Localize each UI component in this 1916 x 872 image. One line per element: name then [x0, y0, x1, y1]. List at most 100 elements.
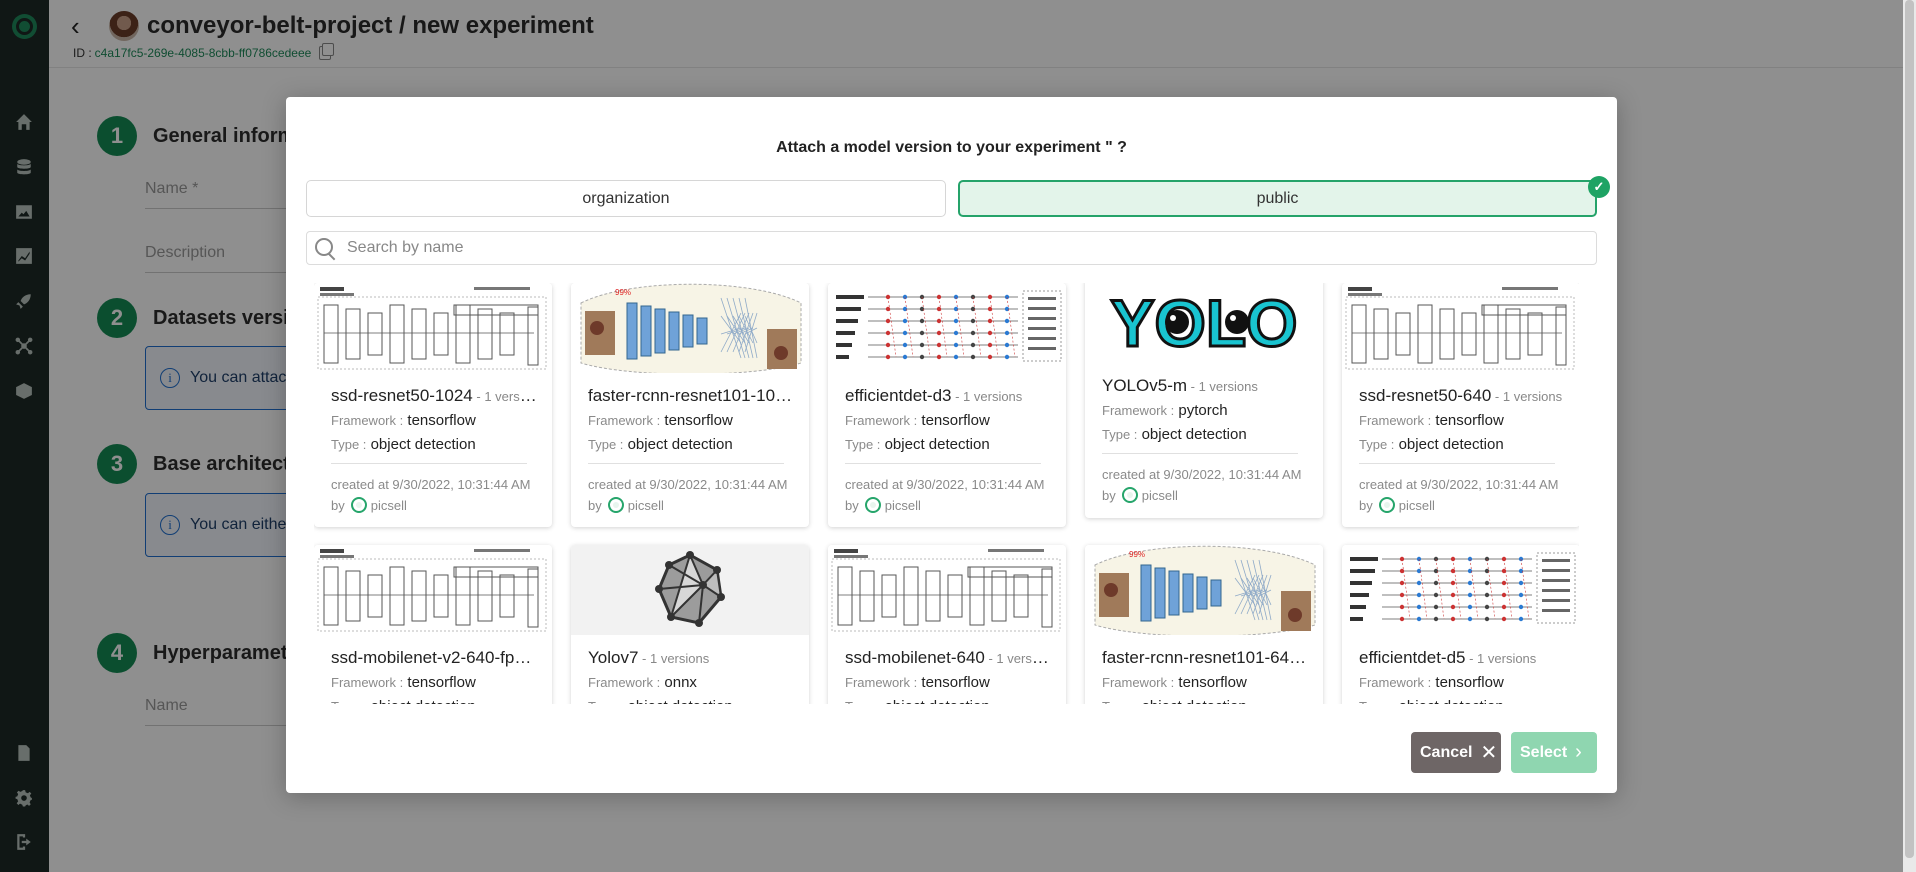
framework-value: pytorch — [1178, 402, 1228, 419]
model-thumbnail — [314, 283, 552, 373]
model-card[interactable]: YOLO YOLOv5-m - 1 versions Framework : pyt… — [1085, 283, 1323, 518]
author-row: by picsell — [1102, 487, 1178, 503]
type-label: Type : — [1102, 699, 1137, 704]
model-thumbnail — [314, 545, 552, 635]
model-card[interactable]: efficientdet-d5 - 1 versions Framework : … — [1342, 545, 1579, 704]
model-name: faster-rcnn-resnet101-1024 - 1 versions — [588, 386, 794, 406]
framework-label: Framework : — [588, 675, 661, 690]
type-label: Type : — [1359, 437, 1395, 452]
user-icon — [1121, 487, 1138, 503]
model-thumbnail: 99% — [571, 283, 809, 373]
type-label: Type : — [845, 437, 881, 452]
model-name: ssd-mobilenet-v2-640-fpnlite - 1 version… — [331, 648, 537, 668]
framework-value: tensorflow — [407, 412, 476, 429]
framework-row: Framework : tensorflow — [845, 674, 990, 691]
author-name: picsell — [1141, 487, 1178, 503]
by-label: by — [588, 497, 602, 513]
model-grid[interactable]: ssd-resnet50-1024 - 1 versions Framework … — [314, 283, 1579, 704]
model-name-text: YOLOv5-m — [1102, 376, 1188, 395]
model-thumbnail — [1342, 545, 1579, 635]
model-versions: - 1 versions — [1465, 651, 1537, 666]
type-value: object detection — [884, 436, 990, 453]
page-scrollbar-thumb[interactable] — [1905, 0, 1914, 858]
type-label: Type : — [1359, 699, 1394, 704]
model-name: ssd-resnet50-640 - 1 versions — [1359, 386, 1565, 406]
type-value: object detection — [371, 698, 476, 704]
type-value: object detection — [1141, 426, 1247, 443]
model-card[interactable]: 99% faster-rcnn-resnet101-1024 - 1 versio… — [571, 283, 809, 527]
model-thumbnail — [828, 545, 1066, 635]
type-value: object detection — [370, 436, 476, 453]
search-input[interactable] — [347, 239, 1547, 257]
type-value: object detection — [885, 698, 990, 704]
type-row: Type : object detection — [845, 698, 990, 704]
model-card[interactable]: ssd-resnet50-640 - 1 versions Framework :… — [1342, 283, 1579, 527]
framework-row: Framework : tensorflow — [331, 674, 476, 691]
model-name-text: faster-rcnn-resnet101-640 — [1102, 648, 1299, 667]
chevron-right-icon: › — [1575, 741, 1582, 763]
model-card[interactable]: Yolov7 - 1 versions Framework : onnx Type … — [571, 545, 809, 704]
tab-public[interactable]: public — [958, 180, 1597, 217]
model-versions: - 1 versions — [984, 651, 1051, 666]
type-row: Type : object detection — [588, 698, 733, 704]
cancel-button[interactable]: Cancel ✕ — [1411, 732, 1501, 773]
type-value: object detection — [1399, 698, 1504, 704]
check-icon: ✓ — [1588, 176, 1610, 198]
model-name-text: ssd-resnet50-640 — [1359, 386, 1492, 405]
framework-label: Framework : — [1102, 675, 1175, 690]
model-card[interactable]: ssd-resnet50-1024 - 1 versions Framework … — [314, 283, 552, 527]
type-label: Type : — [331, 699, 366, 704]
type-row: Type : object detection — [331, 698, 476, 704]
model-name: ssd-mobilenet-640 - 1 versions — [845, 648, 1051, 668]
author-name: picsell — [884, 497, 921, 513]
framework-row: Framework : pytorch — [1102, 402, 1228, 419]
created-at: created at 9/30/2022, 10:31:44 AM — [331, 477, 531, 492]
tab-organization[interactable]: organization — [306, 180, 946, 217]
by-label: by — [1359, 497, 1373, 513]
model-name-text: ssd-mobilenet-640 — [845, 648, 985, 667]
model-name: ssd-resnet50-1024 - 1 versions — [331, 386, 537, 406]
created-at: created at 9/30/2022, 10:31:44 AM — [1102, 467, 1302, 482]
framework-value: onnx — [664, 674, 697, 691]
svg-text:YOLO: YOLO — [1110, 286, 1297, 360]
model-name: YOLOv5-m - 1 versions — [1102, 376, 1308, 396]
framework-label: Framework : — [331, 675, 404, 690]
framework-value: tensorflow — [921, 674, 990, 691]
model-card[interactable]: ssd-mobilenet-640 - 1 versions Framework … — [828, 545, 1066, 704]
type-row: Type : object detection — [1359, 698, 1504, 704]
framework-value: tensorflow — [1435, 412, 1504, 429]
card-divider — [331, 463, 527, 464]
type-label: Type : — [588, 699, 623, 704]
page-scrollbar[interactable] — [1903, 0, 1916, 872]
cancel-label: Cancel — [1420, 743, 1473, 761]
author-name: picsell — [370, 497, 407, 513]
framework-value: tensorflow — [407, 674, 476, 691]
created-at: created at 9/30/2022, 10:31:44 AM — [1359, 477, 1559, 492]
model-card[interactable]: 99% faster-rcnn-resnet101-640 - 1 version… — [1085, 545, 1323, 704]
type-row: Type : object detection — [1102, 426, 1247, 443]
svg-text:99%: 99% — [615, 288, 631, 297]
type-value: object detection — [627, 436, 733, 453]
svg-text:99%: 99% — [1129, 550, 1145, 559]
model-thumbnail: YOLO — [1085, 283, 1323, 368]
framework-row: Framework : tensorflow — [1359, 674, 1504, 691]
type-row: Type : object detection — [1359, 436, 1504, 453]
search-bar[interactable] — [306, 231, 1597, 265]
framework-row: Framework : tensorflow — [331, 412, 476, 429]
model-versions: - 1 versions — [638, 651, 710, 666]
model-card[interactable]: efficientdet-d3 - 1 versions Framework : … — [828, 283, 1066, 527]
model-thumbnail — [1342, 283, 1579, 373]
card-divider — [1359, 463, 1555, 464]
type-value: object detection — [628, 698, 733, 704]
type-row: Type : object detection — [331, 436, 476, 453]
model-card[interactable]: ssd-mobilenet-v2-640-fpnlite - 1 version… — [314, 545, 552, 704]
type-value: object detection — [1398, 436, 1504, 453]
user-icon — [864, 497, 881, 513]
model-versions: - 1 versions — [1491, 389, 1563, 404]
select-label: Select — [1520, 743, 1568, 761]
model-thumbnail — [571, 545, 809, 635]
model-name-text: ssd-resnet50-1024 — [331, 386, 473, 405]
dialog-title: Attach a model version to your experimen… — [776, 139, 1127, 156]
model-name-text: Yolov7 — [588, 648, 639, 667]
select-button[interactable]: Select › — [1511, 732, 1597, 773]
